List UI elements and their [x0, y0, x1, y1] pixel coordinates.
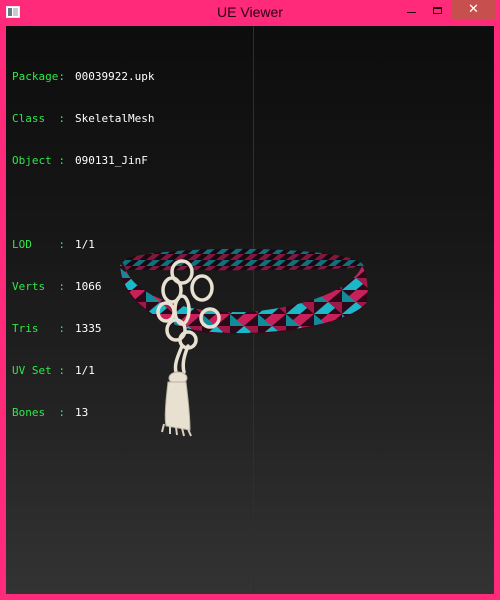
- app-window: UE Viewer ✕ Package: 00039922.upk Class …: [0, 0, 500, 600]
- tris-label: Tris :: [12, 322, 65, 335]
- package-row: Package: 00039922.upk: [12, 70, 154, 84]
- bones-label: Bones :: [12, 406, 65, 419]
- bones-row: Bones : 13: [12, 406, 154, 420]
- maximize-button[interactable]: [424, 0, 450, 20]
- uvset-value: 1/1: [75, 364, 95, 377]
- class-row: Class : SkeletalMesh: [12, 112, 154, 126]
- object-value: 090131_JinF: [75, 154, 148, 167]
- braid-back: [122, 248, 364, 271]
- tris-row: Tris : 1335: [12, 322, 154, 336]
- package-value: 00039922.upk: [75, 70, 155, 83]
- bones-value: 13: [75, 406, 89, 419]
- object-label: Object :: [12, 154, 65, 167]
- uvset-row: UV Set : 1/1: [12, 364, 154, 378]
- tassel: [161, 371, 192, 437]
- close-button[interactable]: ✕: [451, 0, 496, 20]
- 3d-viewport[interactable]: Package: 00039922.upk Class : SkeletalMesh…: [6, 26, 494, 594]
- title-bar[interactable]: UE Viewer ✕: [0, 0, 500, 26]
- close-icon: ✕: [468, 2, 479, 17]
- minimize-icon: [406, 12, 416, 13]
- package-label: Package:: [12, 70, 65, 83]
- verts-value: 1066: [75, 280, 102, 293]
- class-value: SkeletalMesh: [75, 112, 155, 125]
- braid-front: [119, 264, 368, 334]
- mesh-info-panel: Package: 00039922.upk Class : SkeletalMesh…: [12, 42, 154, 448]
- lod-label: LOD :: [12, 238, 65, 251]
- tris-value: 1335: [75, 322, 102, 335]
- minimize-button[interactable]: [398, 0, 424, 20]
- lod-row: LOD : 1/1: [12, 238, 154, 252]
- verts-row: Verts : 1066: [12, 280, 154, 294]
- verts-label: Verts :: [12, 280, 65, 293]
- object-row: Object : 090131_JinF: [12, 154, 154, 168]
- lod-value: 1/1: [75, 238, 95, 251]
- class-label: Class :: [12, 112, 65, 125]
- maximize-icon: [432, 7, 442, 14]
- uvset-label: UV Set :: [12, 364, 65, 377]
